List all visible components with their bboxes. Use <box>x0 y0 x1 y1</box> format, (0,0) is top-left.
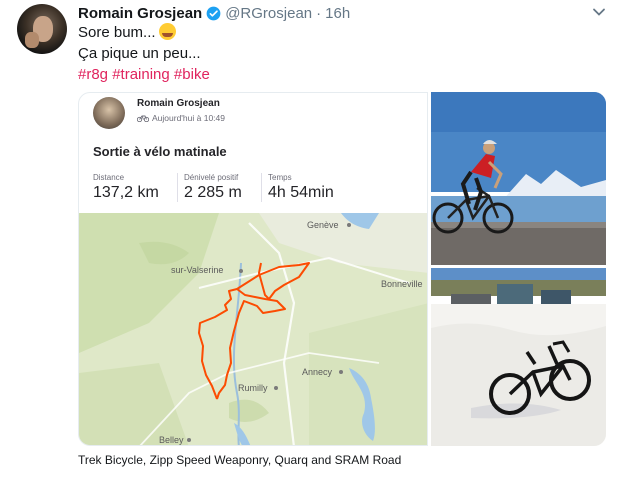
activity-title: Sortie à vélo matinale <box>93 144 227 159</box>
stat-label: Distance <box>93 173 125 182</box>
tweet-header: Romain Grosjean @RGrosjean · 16h <box>78 3 350 23</box>
map-label-geneve: Genève <box>307 220 339 230</box>
stat-distance: Distance 137,2 km <box>93 173 159 202</box>
strava-screenshot[interactable]: Romain Grosjean Aujourd'hui à 10:49 Sort… <box>78 92 428 446</box>
stat-label: Dénivelé positif <box>184 173 239 182</box>
stat-label: Temps <box>268 173 292 182</box>
media-grid: Romain Grosjean Aujourd'hui à 10:49 Sort… <box>78 92 606 446</box>
separator-dot: · <box>316 4 322 22</box>
stat-time: Temps 4h 54min <box>261 173 334 202</box>
author-name[interactable]: Romain Grosjean <box>78 5 202 22</box>
verified-badge-icon <box>206 6 221 20</box>
author-handle[interactable]: @RGrosjean <box>225 5 312 22</box>
strava-timestamp: Aujourd'hui à 10:49 <box>152 113 225 123</box>
map-label-belley: Belley <box>159 435 184 445</box>
map-label-annecy: Annecy <box>302 367 333 377</box>
hashtag-row: #r8g #training #bike <box>78 65 210 85</box>
media-caption: Trek Bicycle, Zipp Speed Weaponry, Quarq… <box>78 453 402 467</box>
stat-value: 4h 54min <box>268 184 334 201</box>
tweet-timestamp[interactable]: 16h <box>325 5 350 22</box>
strava-athlete-name: Romain Grosjean <box>137 98 220 109</box>
tweet-text-line-2: Ça pique un peu... <box>78 45 201 62</box>
strava-avatar <box>93 97 125 129</box>
hashtag-bike[interactable]: #bike <box>174 66 210 83</box>
stat-elevation: Dénivelé positif 2 285 m <box>177 173 242 202</box>
map-label-rumilly: Rumilly <box>238 383 268 393</box>
avatar-hand <box>25 32 39 48</box>
crying-laughing-emoji-icon <box>158 23 176 40</box>
hashtag-training[interactable]: #training <box>112 66 170 83</box>
stat-value: 137,2 km <box>93 184 159 201</box>
strava-activity-meta: Aujourd'hui à 10:49 <box>137 113 225 123</box>
chevron-down-icon[interactable] <box>592 5 606 19</box>
photo-bike-snow[interactable] <box>431 268 606 446</box>
tweet-text-line-1: Sore bum... <box>78 23 176 43</box>
map-label-bonneville: Bonneville <box>381 279 423 289</box>
stat-value: 2 285 m <box>184 184 242 201</box>
route-map[interactable]: Genève sur-Valserine Bonneville Annecy R… <box>79 213 428 446</box>
photo-cyclist-lake[interactable] <box>431 92 606 265</box>
tweet-text-1: Sore bum... <box>78 24 156 41</box>
hashtag-r8g[interactable]: #r8g <box>78 66 108 83</box>
bike-icon <box>137 115 149 122</box>
author-avatar[interactable] <box>17 4 67 54</box>
map-label-valserine: sur-Valserine <box>171 265 223 275</box>
